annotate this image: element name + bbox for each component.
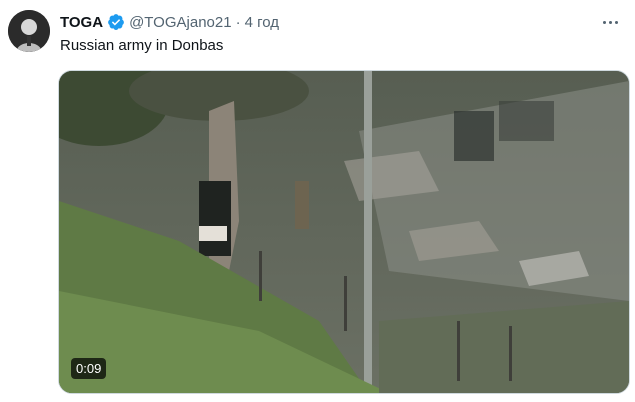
tweet-header: TOGA @TOGAjano21 · 4 год <box>60 11 279 33</box>
timestamp[interactable]: 4 год <box>245 14 279 31</box>
verified-badge-icon <box>107 13 125 31</box>
handle[interactable]: @TOGAjano21 <box>129 14 232 31</box>
avatar[interactable] <box>8 10 50 52</box>
video-duration: 0:09 <box>71 358 107 379</box>
avatar-image <box>8 10 50 52</box>
video-frame <box>59 71 629 393</box>
more-options-icon[interactable] <box>599 12 621 32</box>
video-player[interactable]: 0:09 <box>58 70 630 394</box>
tweet-text: Russian army in Donbas <box>60 37 224 54</box>
display-name[interactable]: TOGA <box>60 14 103 31</box>
separator-dot: · <box>235 13 241 31</box>
